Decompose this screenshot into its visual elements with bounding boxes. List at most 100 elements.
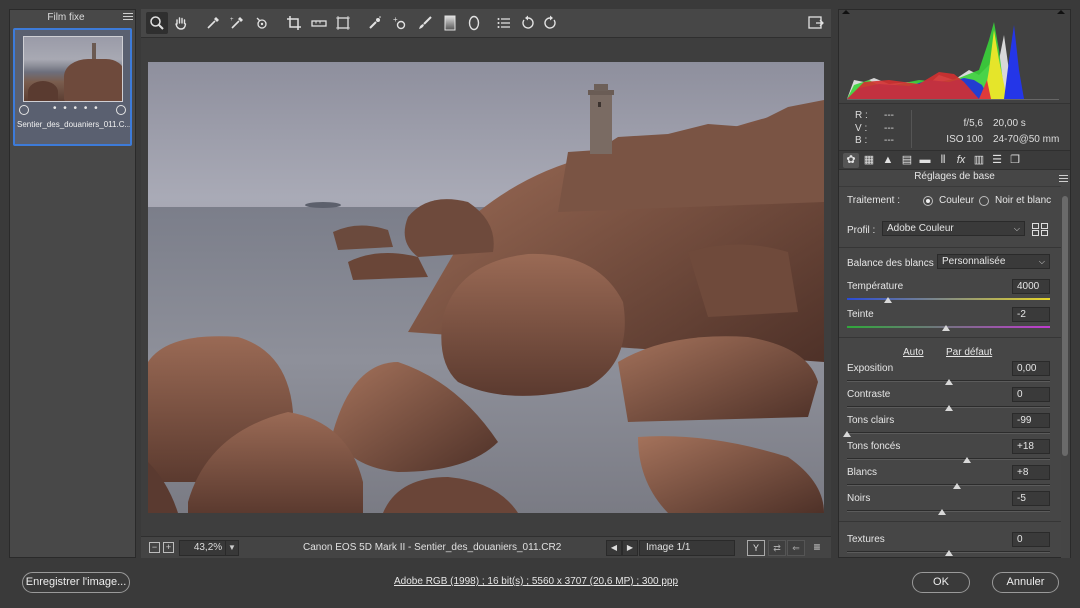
before-after-icon[interactable]: Y xyxy=(747,540,765,556)
slider-handle[interactable] xyxy=(944,550,953,556)
tab-lens-icon[interactable]: ⦀ xyxy=(935,153,951,168)
slider-value-input[interactable]: -99 xyxy=(1012,413,1050,428)
crop-icon[interactable] xyxy=(283,12,305,34)
slider-label: Tons clairs xyxy=(847,415,895,426)
rotate-right-icon[interactable] xyxy=(539,12,561,34)
graduated-filter-icon[interactable] xyxy=(439,12,461,34)
thumbnail-filename: Sentier_des_douaniers_011.C... xyxy=(17,120,130,129)
section-menu-icon[interactable] xyxy=(1059,175,1068,184)
slider-handle[interactable] xyxy=(944,405,953,411)
next-image-button[interactable]: ▶ xyxy=(622,540,638,556)
slider-value-input[interactable]: 0,00 xyxy=(1012,361,1050,376)
rotate-left-icon[interactable] xyxy=(517,12,539,34)
adjustments-panel: R : V : B : --- --- --- f/5,6 20,00 s ISO… xyxy=(838,9,1071,558)
sync-icon[interactable] xyxy=(19,105,29,115)
slider-handle[interactable] xyxy=(952,483,961,489)
slider-handle[interactable] xyxy=(843,431,851,437)
slider-value-input[interactable]: +18 xyxy=(1012,439,1050,454)
slider-track[interactable] xyxy=(847,484,1050,486)
default-link[interactable]: Par défaut xyxy=(946,347,992,358)
adjustment-brush-icon[interactable] xyxy=(414,12,436,34)
color-sampler-icon[interactable]: + xyxy=(226,12,248,34)
slider-handle[interactable] xyxy=(938,509,947,515)
shutter-speed: 20,00 s xyxy=(993,118,1026,129)
slider-value-input[interactable]: -2 xyxy=(1012,307,1050,322)
slider-handle[interactable] xyxy=(944,379,953,385)
tab-detail-icon[interactable]: ▲ xyxy=(880,153,896,168)
fullscreen-icon[interactable] xyxy=(805,12,827,34)
exif-info: R : V : B : --- --- --- f/5,6 20,00 s ISO… xyxy=(839,103,1070,153)
slider-track[interactable] xyxy=(847,298,1050,300)
tab-presets-icon[interactable]: ☰ xyxy=(989,153,1005,168)
copy-settings-icon[interactable]: ⇐ xyxy=(787,540,805,556)
tab-tone-curve-icon[interactable]: ▦ xyxy=(861,153,877,168)
slider-track[interactable] xyxy=(847,432,1050,434)
slider-track[interactable] xyxy=(847,458,1050,460)
adjustments-badge-icon xyxy=(116,105,126,115)
auto-link[interactable]: Auto xyxy=(903,347,924,358)
cancel-button[interactable]: Annuler xyxy=(992,572,1059,593)
slider-value-input[interactable]: 0 xyxy=(1012,387,1050,402)
tab-effects-icon[interactable]: fx xyxy=(953,153,969,168)
slider-value-input[interactable]: 4000 xyxy=(1012,279,1050,294)
zoom-icon[interactable] xyxy=(146,12,168,34)
tab-split-toning-icon[interactable]: ▬ xyxy=(917,153,933,168)
b-value: --- xyxy=(884,135,894,146)
slider-value-input[interactable]: -5 xyxy=(1012,491,1050,506)
toolbar: + + xyxy=(141,9,831,38)
tab-snapshots-icon[interactable]: ❐ xyxy=(1007,153,1023,168)
target-adjust-icon[interactable] xyxy=(251,12,273,34)
slider-handle[interactable] xyxy=(962,457,971,463)
spot-removal-icon[interactable] xyxy=(364,12,386,34)
bw-option-label[interactable]: Noir et blanc xyxy=(995,195,1051,206)
wb-dropdown[interactable]: Personnalisée ⌵ xyxy=(937,254,1050,269)
slider-label: Exposition xyxy=(847,363,894,374)
zoom-out-button[interactable]: − xyxy=(149,542,160,553)
preview-preferences-icon[interactable]: ≡ xyxy=(808,540,826,556)
slider-label: Textures xyxy=(847,534,885,545)
straighten-icon[interactable] xyxy=(308,12,330,34)
chevron-down-icon[interactable]: ▼ xyxy=(225,540,239,556)
hand-icon[interactable] xyxy=(170,12,192,34)
radial-filter-icon[interactable] xyxy=(463,12,485,34)
photo-preview[interactable] xyxy=(148,62,824,513)
red-eye-icon[interactable]: + xyxy=(389,12,411,34)
ok-button[interactable]: OK xyxy=(912,572,970,593)
lens: 24-70@50 mm xyxy=(993,134,1060,145)
panel-tabs: ✿ ▦ ▲ ▤ ▬ ⦀ fx ▥ ☰ ❐ xyxy=(839,150,1070,170)
filmstrip-menu-icon[interactable] xyxy=(123,13,133,22)
zoom-in-button[interactable]: + xyxy=(163,542,174,553)
wb-label: Balance des blancs : xyxy=(847,258,940,269)
chevron-down-icon: ⌵ xyxy=(1038,257,1045,266)
iso: ISO 100 xyxy=(946,134,983,145)
tab-basic-icon[interactable]: ✿ xyxy=(843,153,859,168)
rating-stars[interactable]: • • • • • xyxy=(53,103,100,114)
slider-value-input[interactable]: +8 xyxy=(1012,465,1050,480)
color-radio[interactable] xyxy=(923,196,933,206)
treatment-label: Traitement : xyxy=(847,195,900,206)
status-bar: − + 43,2% ▼ Canon EOS 5D Mark II - Senti… xyxy=(141,536,831,558)
tab-hsl-icon[interactable]: ▤ xyxy=(899,153,915,168)
previous-image-button[interactable]: ◀ xyxy=(606,540,622,556)
histogram xyxy=(839,10,1070,103)
color-option-label[interactable]: Couleur xyxy=(939,195,974,206)
save-image-button[interactable]: Enregistrer l'image... xyxy=(22,572,130,593)
image-preview-area[interactable] xyxy=(141,38,831,536)
slider-handle[interactable] xyxy=(942,325,951,331)
panel-scrollbar[interactable] xyxy=(1061,186,1070,558)
bw-radio[interactable] xyxy=(979,196,989,206)
slider-track[interactable] xyxy=(847,510,1050,512)
tab-calibration-icon[interactable]: ▥ xyxy=(971,153,987,168)
slider-handle[interactable] xyxy=(883,297,892,303)
transform-icon[interactable] xyxy=(332,12,354,34)
list-icon[interactable] xyxy=(493,12,515,34)
swap-settings-icon[interactable]: ⇄ xyxy=(768,540,786,556)
filmstrip-thumbnail[interactable]: • • • • • Sentier_des_douaniers_011.C... xyxy=(13,28,132,146)
basic-settings: Traitement : Couleur Noir et blanc Profi… xyxy=(839,186,1061,558)
workflow-options-link[interactable]: Adobe RGB (1998) ; 16 bit(s) ; 5560 x 37… xyxy=(394,576,678,587)
slider-label: Tons foncés xyxy=(847,441,901,452)
profile-browser-icon[interactable] xyxy=(1032,223,1048,236)
white-balance-icon[interactable] xyxy=(202,12,224,34)
slider-value-input[interactable]: 0 xyxy=(1012,532,1050,547)
profile-dropdown[interactable]: Adobe Couleur ⌵ xyxy=(882,221,1025,236)
